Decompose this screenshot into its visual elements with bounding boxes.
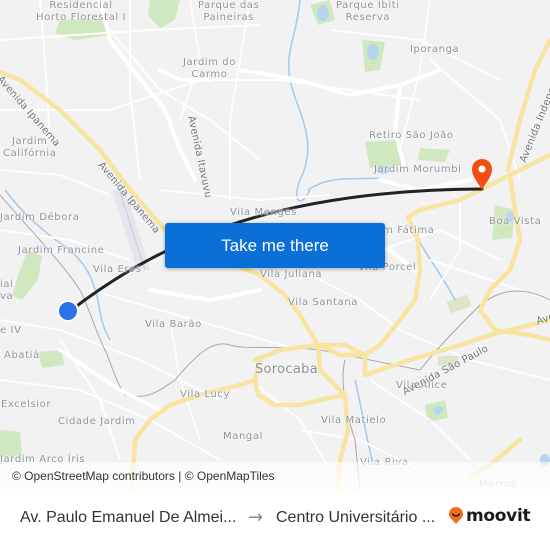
map-label-parque-ibiti: Parque Ibiti Reserva: [336, 0, 400, 23]
map-canvas[interactable]: Residencial Horto Florestal I Parque das…: [0, 0, 550, 490]
moovit-wordmark: moovit: [466, 506, 531, 526]
attribution-text[interactable]: © OpenStreetMap contributors | © OpenMap…: [12, 469, 274, 483]
map-label-boa-vista: Boa Vista: [489, 216, 542, 227]
bottom-bar: Av. Paulo Emanuel De Almei... → Centro U…: [0, 490, 550, 550]
map-label-vila-eros: Vila Eros: [93, 264, 142, 275]
park-area: [418, 148, 450, 162]
park-area: [38, 350, 64, 368]
map-label-vila-menges: Vila Menges: [230, 207, 297, 218]
destination-name: Centro Universitário ...: [276, 509, 436, 526]
map-label-jardim-carmo: Jardim do Carmo: [183, 57, 236, 80]
map-label-cidade-jardim: Cidade Jardim: [58, 416, 136, 427]
map-label-excelsior: Excelsior: [1, 399, 52, 410]
map-label-iporanga: Iporanga: [410, 44, 460, 55]
arrow-right-icon: →: [248, 507, 264, 528]
lake: [433, 406, 443, 414]
map-label-jardim-morumbi: Jardim Morumbi: [374, 164, 462, 175]
origin-marker[interactable]: [57, 300, 79, 322]
map-label-residencial-horto: Residencial Horto Florestal I: [36, 0, 127, 23]
field-area: [446, 294, 472, 314]
map-label-e-iv: e IV: [0, 325, 22, 336]
map-attribution: © OpenStreetMap contributors | © OpenMap…: [0, 462, 550, 490]
moovit-logo[interactable]: moovit: [448, 506, 531, 526]
river: [287, 0, 311, 202]
map-label-vila-juliana: Vila Juliana: [260, 269, 323, 280]
origin-name: Av. Paulo Emanuel De Almei...: [20, 509, 237, 526]
map-label-mangal: Mangal: [223, 431, 263, 442]
map-label-retiro-sao-joao: Retiro São João: [369, 130, 454, 141]
lake: [367, 44, 379, 60]
map-label-vila-matielo: Vila Matielo: [321, 415, 387, 426]
map-label-parque-paineiras: Parque das Paineiras: [198, 0, 260, 23]
park-area: [12, 250, 42, 300]
map-label-vila-barao: Vila Barão: [145, 319, 202, 330]
park-area: [148, 0, 180, 28]
take-me-there-button[interactable]: Take me there: [165, 223, 385, 268]
map-label-vila-lucy: Vila Lucy: [180, 389, 231, 400]
river: [307, 177, 381, 191]
moovit-pin-icon: [449, 507, 463, 524]
map-label-jardim-francine: Jardim Francine: [18, 245, 105, 256]
map-label-abatia: Abatiá: [4, 350, 40, 361]
lake: [317, 5, 329, 21]
pin-hole: [478, 165, 486, 173]
map-label-jardim-debora: Jardim Débora: [0, 212, 80, 223]
map-label-residencial-partial: ial va: [0, 279, 14, 302]
map-label-vila-santana: Vila Santana: [288, 297, 359, 308]
map-label-sorocaba: Sorocaba: [255, 362, 318, 377]
